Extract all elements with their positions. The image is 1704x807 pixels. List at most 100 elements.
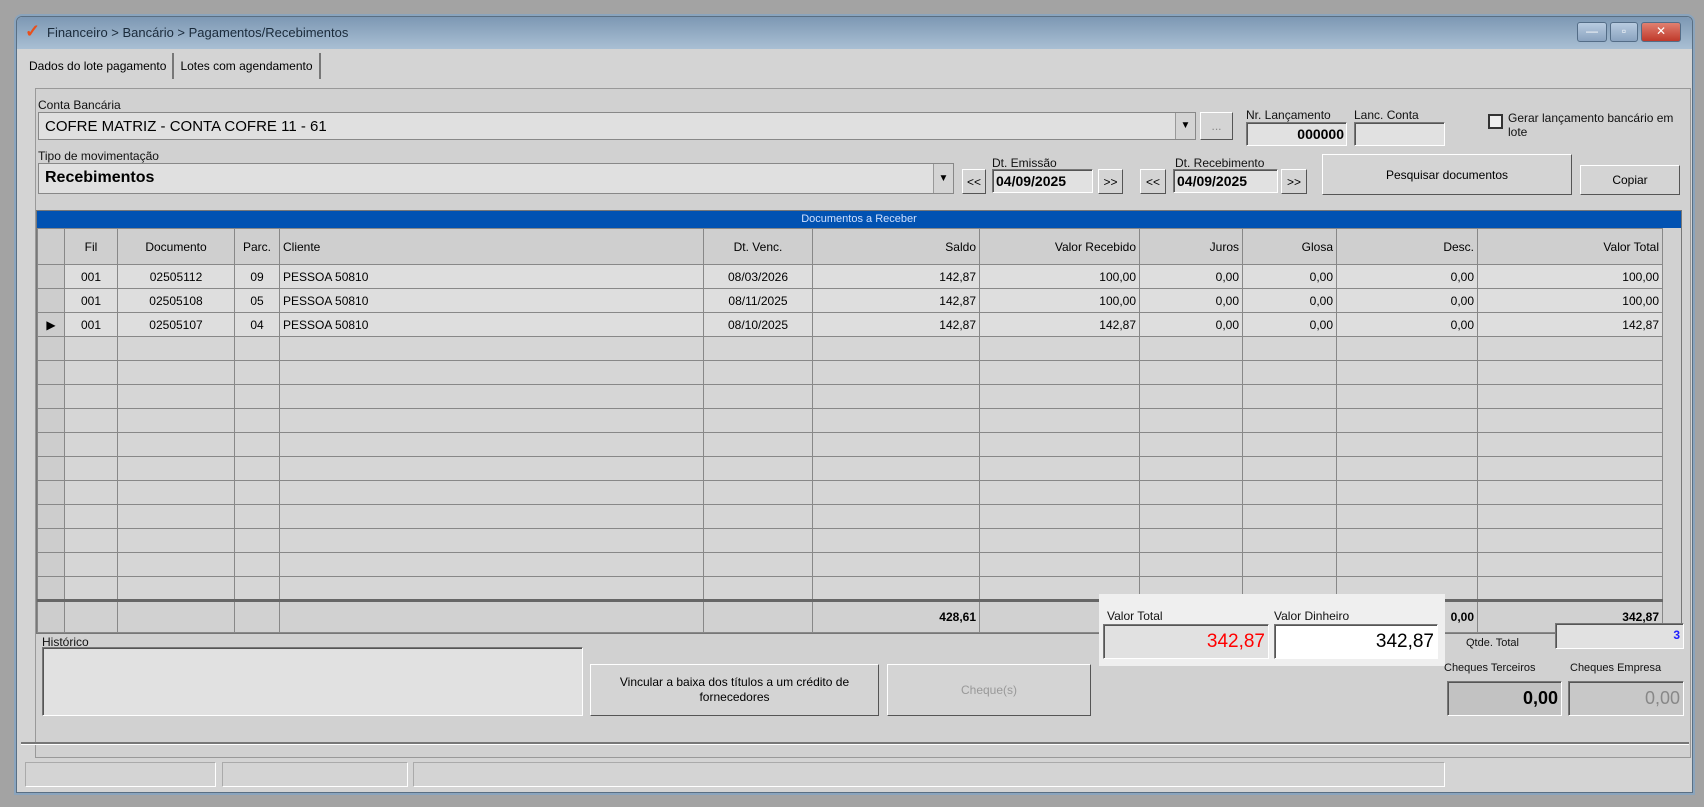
row-indicator[interactable] <box>37 576 65 601</box>
cell-valor-recebido[interactable]: 142,87 <box>979 312 1140 337</box>
row-indicator[interactable] <box>37 552 65 577</box>
empty-cell <box>1336 456 1478 481</box>
col-glosa[interactable]: Glosa <box>1242 228 1337 265</box>
empty-cell <box>117 599 235 633</box>
close-button[interactable]: ✕ <box>1641 22 1681 42</box>
cell-desc: 0,00 <box>1336 288 1478 313</box>
cheques-empresa-label: Cheques Empresa <box>1570 662 1662 674</box>
cell-valor-recebido[interactable]: 100,00 <box>979 264 1140 289</box>
main-window: ✓ Financeiro > Bancário > Pagamentos/Rec… <box>16 16 1693 793</box>
dt-recebimento-field[interactable]: 04/09/2025 <box>1173 169 1278 193</box>
col-valor-recebido[interactable]: Valor Recebido <box>979 228 1140 265</box>
row-indicator[interactable] <box>37 456 65 481</box>
row-indicator-header <box>37 228 65 265</box>
tab-lotes-agendamento[interactable]: Lotes com agendamento <box>174 53 321 79</box>
empty-cell <box>1139 552 1243 577</box>
empty-cell <box>812 432 980 457</box>
empty-cell <box>812 528 980 553</box>
lanc-conta-label: Lanc. Conta <box>1354 108 1419 122</box>
cell-juros: 0,00 <box>1139 264 1243 289</box>
empty-cell <box>703 576 813 601</box>
emissao-prev-button[interactable]: << <box>962 169 986 194</box>
empty-cell <box>1139 480 1243 505</box>
empty-cell <box>979 504 1140 529</box>
row-indicator[interactable] <box>37 360 65 385</box>
tab-dados-lote[interactable]: Dados do lote pagamento <box>23 53 175 79</box>
empty-cell <box>812 384 980 409</box>
conta-lookup-button[interactable]: ... <box>1200 112 1233 140</box>
row-indicator[interactable] <box>37 480 65 505</box>
lanc-conta-field[interactable] <box>1354 122 1445 146</box>
cell-glosa: 0,00 <box>1242 312 1337 337</box>
row-indicator[interactable] <box>37 432 65 457</box>
cell-cliente: PESSOA 50810 <box>279 312 704 337</box>
row-indicator[interactable]: ▶ <box>37 312 65 337</box>
empty-cell <box>234 408 280 433</box>
vincular-credito-button[interactable]: Vincular a baixa dos títulos a um crédit… <box>590 664 879 716</box>
recebimento-prev-button[interactable]: << <box>1140 169 1166 194</box>
title-bar: ✓ Financeiro > Bancário > Pagamentos/Rec… <box>17 17 1692 49</box>
table-row[interactable]: ▶ 001 02505107 04 PESSOA 50810 08/10/2025 142,… <box>37 312 1663 337</box>
empty-cell <box>1242 504 1337 529</box>
row-indicator[interactable] <box>37 336 65 361</box>
valor-dinheiro-field[interactable]: 342,87 <box>1274 624 1438 659</box>
cell-documento: 02505112 <box>117 264 235 289</box>
cell-parc: 09 <box>234 264 280 289</box>
col-desc[interactable]: Desc. <box>1336 228 1478 265</box>
col-dt-venc[interactable]: Dt. Venc. <box>703 228 813 265</box>
col-parc[interactable]: Parc. <box>234 228 280 265</box>
empty-cell <box>1139 336 1243 361</box>
emissao-next-button[interactable]: >> <box>1098 169 1123 194</box>
empty-cell <box>279 504 704 529</box>
cell-juros: 0,00 <box>1139 312 1243 337</box>
divider <box>21 742 1689 745</box>
tipo-movimentacao-select[interactable]: Recebimentos ▼ <box>38 163 954 194</box>
conta-label: Conta Bancária <box>38 98 121 112</box>
pesquisar-documentos-button[interactable]: Pesquisar documentos <box>1322 154 1572 195</box>
empty-cell <box>1336 504 1478 529</box>
row-indicator[interactable] <box>37 408 65 433</box>
dt-emissao-field[interactable]: 04/09/2025 <box>992 169 1093 193</box>
empty-cell <box>64 432 118 457</box>
table-row[interactable]: 001 02505112 09 PESSOA 50810 08/03/2026 142,8… <box>37 264 1663 289</box>
col-saldo[interactable]: Saldo <box>812 228 980 265</box>
valores-panel: Valor Total 342,87 Valor Dinheiro 342,87 <box>1099 594 1445 666</box>
row-indicator[interactable] <box>37 264 65 289</box>
cheques-button[interactable]: Cheque(s) <box>887 664 1091 716</box>
copiar-button[interactable]: Copiar <box>1580 165 1680 195</box>
empty-cell <box>703 384 813 409</box>
col-juros[interactable]: Juros <box>1139 228 1243 265</box>
cell-juros: 0,00 <box>1139 288 1243 313</box>
empty-cell <box>234 432 280 457</box>
nr-lancamento-field[interactable]: 000000 <box>1246 122 1347 146</box>
row-indicator[interactable] <box>37 288 65 313</box>
empty-cell <box>1242 408 1337 433</box>
empty-cell <box>117 480 235 505</box>
row-indicator <box>37 599 65 633</box>
table-row[interactable]: 001 02505108 05 PESSOA 50810 08/11/2025 142,8… <box>37 288 1663 313</box>
col-fil[interactable]: Fil <box>64 228 118 265</box>
empty-row <box>37 384 1663 409</box>
col-documento[interactable]: Documento <box>117 228 235 265</box>
historico-field[interactable] <box>42 647 583 716</box>
col-valor-total[interactable]: Valor Total <box>1477 228 1663 265</box>
gerar-lote-checkbox[interactable] <box>1488 114 1503 129</box>
empty-cell <box>1139 384 1243 409</box>
conta-bancaria-select[interactable]: COFRE MATRIZ - CONTA COFRE 11 - 61 ▼ <box>38 112 1196 140</box>
chevron-down-icon[interactable]: ▼ <box>933 164 953 193</box>
empty-cell <box>64 552 118 577</box>
empty-cell <box>703 408 813 433</box>
row-indicator[interactable] <box>37 528 65 553</box>
empty-cell <box>979 384 1140 409</box>
row-indicator[interactable] <box>37 504 65 529</box>
minimize-button[interactable]: — <box>1577 22 1607 42</box>
empty-cell <box>64 480 118 505</box>
recebimento-next-button[interactable]: >> <box>1281 169 1307 194</box>
empty-cell <box>64 360 118 385</box>
chevron-down-icon[interactable]: ▼ <box>1175 113 1195 139</box>
col-cliente[interactable]: Cliente <box>279 228 704 265</box>
empty-row <box>37 504 1663 529</box>
maximize-button[interactable]: ▫ <box>1610 22 1638 42</box>
row-indicator[interactable] <box>37 384 65 409</box>
cell-valor-recebido[interactable]: 100,00 <box>979 288 1140 313</box>
